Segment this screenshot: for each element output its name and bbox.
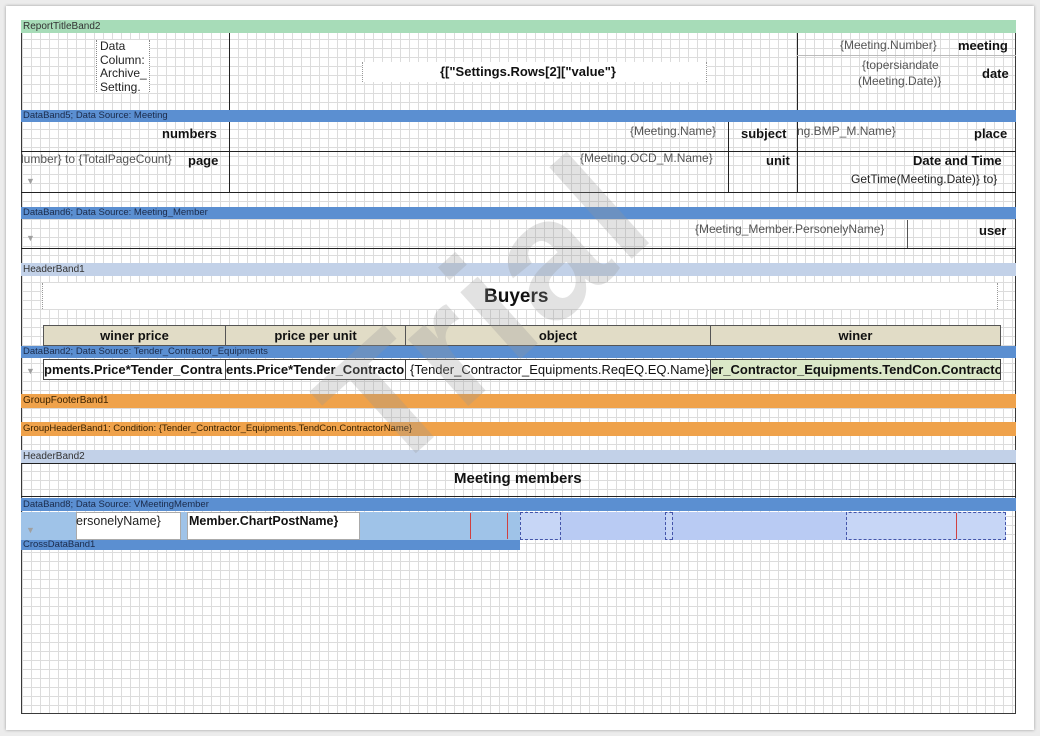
members-title: Meeting members [454, 470, 582, 487]
meeting-label: meeting [958, 38, 1008, 53]
cross-marker [507, 513, 508, 539]
data-column-line: Archive_ [100, 66, 147, 80]
data-band-5[interactable]: DataBand5; Data Source: Meeting [21, 110, 1016, 122]
member-personely-expr: ersonelyName} [76, 514, 161, 528]
data-band-8[interactable]: DataBand8; Data Source: VMeetingMember [21, 498, 1016, 511]
topersiandate-expression[interactable]: {topersiandate [862, 58, 939, 72]
page-number-expression[interactable]: lumber} to {TotalPageCount} [21, 152, 191, 166]
cross-cell [672, 512, 847, 540]
header2-line-top [21, 463, 1016, 464]
header2-line-bottom [21, 496, 1016, 497]
cross-cell [560, 512, 666, 540]
cell-price-per-unit[interactable]: ents.Price*Tender_Contracto [225, 359, 406, 380]
ocd-name-expression[interactable]: {Meeting.OCD_M.Name} [580, 151, 713, 165]
data-band-2[interactable]: DataBand2; Data Source: Tender_Contracto… [21, 346, 1016, 358]
buyers-title: Buyers [484, 286, 549, 307]
filter-icon: ▼ [26, 525, 35, 535]
data-column-line: Setting. [100, 79, 141, 94]
place-label: place [974, 126, 1008, 141]
header-object[interactable]: object [405, 325, 711, 346]
filter-icon: ▼ [26, 233, 35, 243]
data-band-6[interactable]: DataBand6; Data Source: Meeting_Member [21, 207, 1016, 219]
report-title-band[interactable]: ReportTitleBand2 [21, 20, 1016, 33]
unit-label: unit [766, 153, 790, 168]
header-winer[interactable]: winer [710, 325, 1001, 346]
data-column-line: Data [100, 39, 126, 53]
chart-post-expr: Member.ChartPostName} [189, 514, 339, 528]
cross-marker [956, 513, 957, 539]
page-label: page [188, 153, 219, 168]
header-band-2[interactable]: HeaderBand2 [21, 450, 1016, 463]
divider-mid-meeting [728, 122, 729, 192]
filter-icon: ▼ [26, 176, 35, 186]
title-row-divider [797, 55, 1016, 56]
bmp-name-expression[interactable]: ng.BMP_M.Name} [797, 124, 896, 138]
header-band-1[interactable]: HeaderBand1 [21, 263, 1016, 276]
group-footer-band[interactable]: GroupFooterBand1 [21, 394, 1016, 408]
cell-winer-price[interactable]: pments.Price*Tender_Contra [43, 359, 226, 380]
cell-object[interactable]: {Tender_Contractor_Equipments.ReqEQ.EQ.N… [405, 359, 711, 380]
cross-data-band[interactable]: CrossDataBand1 [21, 540, 520, 550]
date-label: date [982, 66, 1009, 81]
datetime-label: Date and Time [913, 153, 1002, 168]
meeting-number-expression[interactable]: {Meeting.Number} [840, 38, 937, 52]
member-divider [907, 220, 908, 248]
user-label: user [979, 223, 1007, 238]
numbers-label: numbers [162, 126, 217, 141]
settings-expression: {["Settings.Rows[2]["value"} [440, 64, 616, 79]
meeting-date-expression[interactable]: (Meeting.Date)} [858, 74, 941, 88]
member-personely-expression[interactable]: {Meeting_Member.PersonelyName} [695, 222, 884, 236]
header-price-per-unit[interactable]: price per unit [225, 325, 406, 346]
header-winer-price[interactable]: winer price [43, 325, 226, 346]
data-column-box[interactable]: Data Column: Archive_ Setting. [96, 39, 150, 94]
member-band-bottom [21, 248, 1016, 249]
gettime-expression[interactable]: GetTime(Meeting.Date)} to} [851, 172, 997, 186]
subject-label: subject [741, 126, 787, 141]
cell-winer[interactable]: er_Contractor_Equipments.TendCon.Contrac… [710, 359, 1001, 380]
divider-right-title [797, 33, 798, 110]
meeting-name-expression[interactable]: {Meeting.Name} [630, 124, 716, 138]
meeting-band-bottom [21, 192, 1016, 193]
cross-marker [470, 513, 471, 539]
filter-icon: ▼ [26, 366, 35, 376]
group-header-band[interactable]: GroupHeaderBand1; Condition: {Tender_Con… [21, 422, 1016, 436]
data-column-line: Column: [100, 52, 145, 67]
